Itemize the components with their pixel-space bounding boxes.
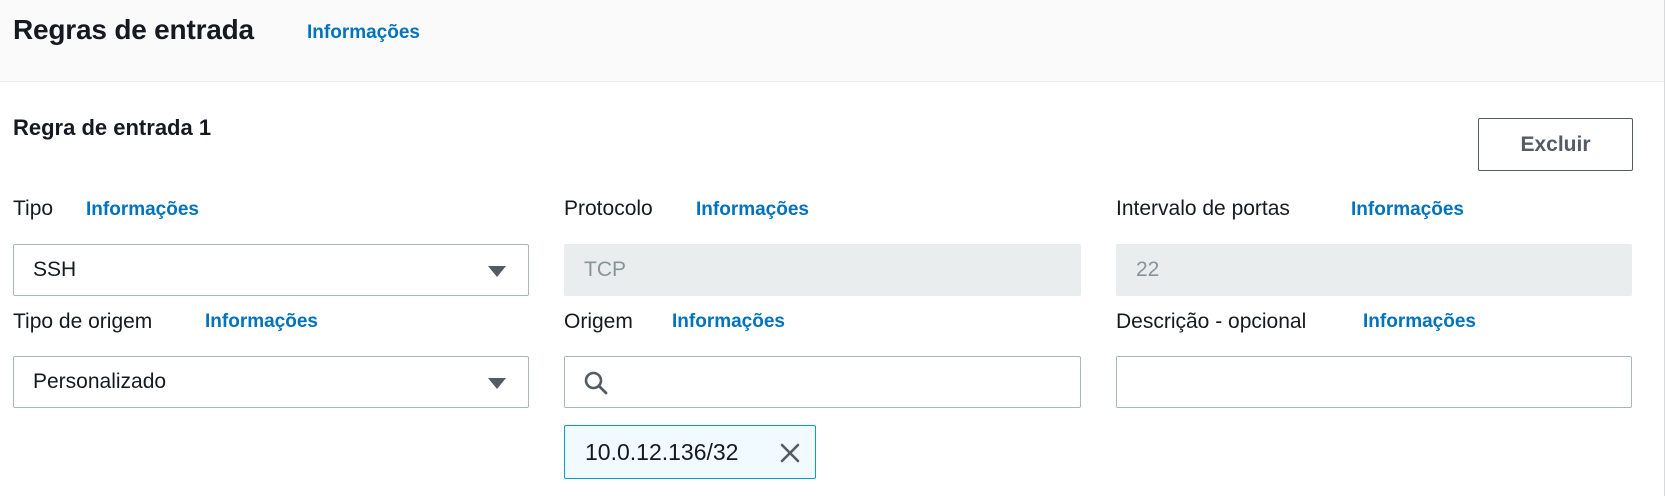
tipo-info-link[interactable]: Informações xyxy=(86,199,199,221)
close-icon[interactable] xyxy=(779,442,801,464)
delete-rule-button[interactable]: Excluir xyxy=(1478,118,1633,171)
tipo-origem-info-link[interactable]: Informações xyxy=(205,311,318,333)
section-header: Regras de entrada Informações xyxy=(0,0,1665,82)
tipo-origem-label: Tipo de origem xyxy=(13,310,153,333)
caret-down-icon xyxy=(488,378,506,389)
protocolo-value: TCP xyxy=(584,258,626,281)
intervalo-value: 22 xyxy=(1136,258,1160,281)
descricao-input[interactable] xyxy=(1116,356,1632,408)
origem-token-label: 10.0.12.136/32 xyxy=(585,438,739,465)
rule-title: Regra de entrada 1 xyxy=(13,115,212,140)
descricao-label: Descrição - opcional xyxy=(1116,310,1307,333)
tipo-value: SSH xyxy=(33,258,77,281)
section-title: Regras de entrada xyxy=(13,14,254,45)
origem-token: 10.0.12.136/32 xyxy=(564,425,816,479)
caret-down-icon xyxy=(488,266,506,277)
origem-label: Origem xyxy=(564,310,633,333)
tipo-origem-value: Personalizado xyxy=(33,370,167,393)
intervalo-info-link[interactable]: Informações xyxy=(1351,199,1464,221)
intervalo-label: Intervalo de portas xyxy=(1116,197,1290,220)
descricao-info-link[interactable]: Informações xyxy=(1363,311,1476,333)
tipo-origem-select[interactable]: Personalizado xyxy=(13,356,529,408)
protocolo-field: TCP xyxy=(564,244,1081,296)
tipo-label: Tipo xyxy=(13,197,54,220)
origem-search-input[interactable] xyxy=(564,356,1081,408)
protocolo-label: Protocolo xyxy=(564,197,653,220)
tipo-select[interactable]: SSH xyxy=(13,244,529,296)
search-icon xyxy=(584,371,608,395)
protocolo-info-link[interactable]: Informações xyxy=(696,199,809,221)
origem-info-link[interactable]: Informações xyxy=(672,311,785,333)
intervalo-field: 22 xyxy=(1116,244,1632,296)
header-info-link[interactable]: Informações xyxy=(307,22,420,44)
